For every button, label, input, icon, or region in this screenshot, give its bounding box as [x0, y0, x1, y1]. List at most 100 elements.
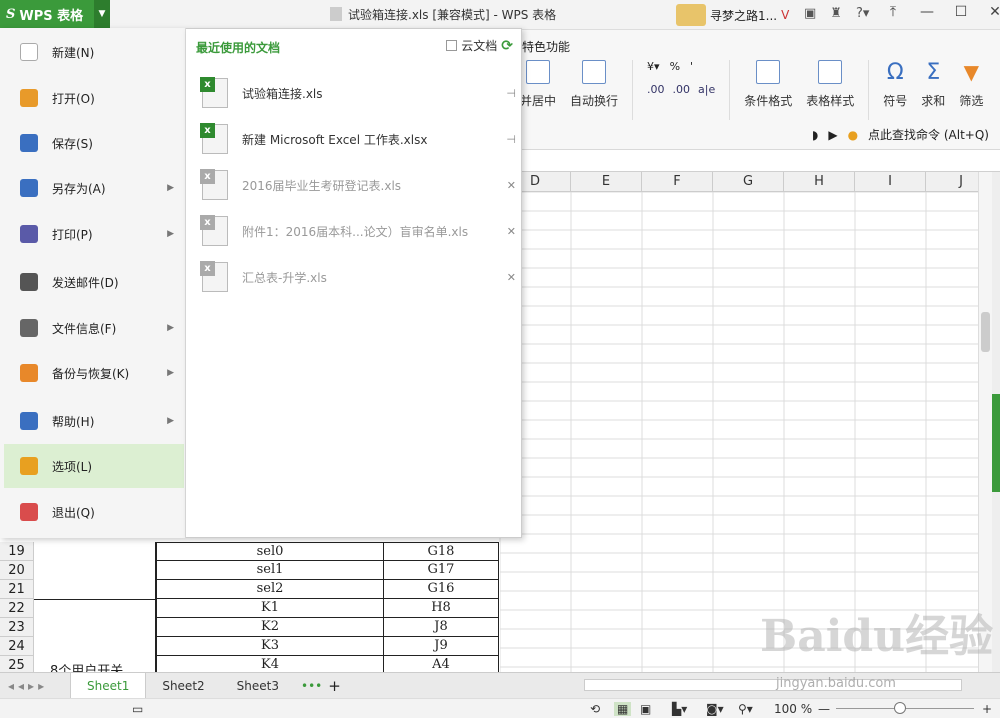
recent-doc-item[interactable]: x 新建 Microsoft Excel 工作表.xlsx ⊣ [200, 119, 520, 159]
tab-special-features[interactable]: 特色功能 [522, 38, 570, 55]
merge-center-button[interactable]: 并居中 [520, 60, 556, 109]
table-cell[interactable]: sel0 [156, 542, 384, 561]
add-sheet-icon[interactable]: + [328, 677, 341, 695]
menu-item-backup[interactable]: 备份与恢复(K) ▶ [4, 351, 184, 395]
wrap-text-button[interactable]: 自动换行 [570, 60, 618, 109]
side-panel-toggle[interactable] [992, 172, 1000, 672]
help-icon[interactable]: ?▾ [856, 6, 869, 21]
column-header-e[interactable]: E [571, 172, 642, 191]
merged-cell[interactable] [34, 542, 156, 599]
comma-button[interactable]: ' [690, 60, 693, 73]
row-number[interactable]: 22 [0, 599, 34, 618]
table-cell[interactable]: K1 [156, 599, 384, 618]
table-cell[interactable]: H8 [384, 599, 499, 618]
menu-item-options[interactable]: 选项(L) [4, 444, 184, 488]
eye-icon[interactable]: ⚲▾ [738, 702, 753, 716]
menu-item-label: 另存为(A) [52, 181, 106, 196]
checkbox-icon[interactable] [446, 40, 458, 51]
find-command-input[interactable]: 点此查找命令 (Alt+Q) [868, 126, 989, 143]
menu-item-save-as[interactable]: 另存为(A) ▶ [4, 166, 184, 210]
pin-icon[interactable]: ⊣ [506, 87, 516, 100]
recent-doc-item[interactable]: x 附件1：2016届本科...论文）盲审名单.xls ✕ [200, 211, 520, 251]
decrease-decimal-icon[interactable]: .00 [673, 83, 691, 96]
help-icon [20, 412, 38, 430]
table-cell[interactable]: G18 [384, 542, 499, 561]
vertical-scrollbar[interactable] [978, 172, 992, 672]
table-cell[interactable]: sel2 [156, 580, 384, 599]
zoom-out-icon[interactable]: — [818, 702, 830, 716]
row-number[interactable]: 19 [0, 542, 34, 561]
user-account[interactable]: 寻梦之路1... V [676, 4, 789, 26]
column-header-h[interactable]: H [784, 172, 855, 191]
tab-sheet1[interactable]: Sheet1 [70, 672, 147, 699]
table-cell[interactable]: J8 [384, 618, 499, 637]
zoom-slider-thumb[interactable] [894, 702, 906, 714]
horizontal-scrollbar[interactable] [584, 679, 962, 691]
menu-item-send-mail[interactable]: 发送邮件(D) [4, 260, 184, 304]
remove-icon[interactable]: ✕ [507, 271, 516, 284]
convert-icon[interactable]: a|e [698, 83, 715, 96]
zoom-in-icon[interactable]: + [982, 702, 992, 716]
table-cell[interactable]: K2 [156, 618, 384, 637]
merged-cell[interactable]: 8个用户开关 [34, 599, 156, 675]
filter-button[interactable]: ▼ 筛选 [959, 60, 983, 109]
pointer-icon[interactable]: ▶ [828, 128, 837, 142]
skin-icon[interactable]: ♜ [830, 6, 842, 21]
pin-icon[interactable]: ⊣ [506, 133, 516, 146]
table-cell[interactable]: G16 [384, 580, 499, 599]
table-cell[interactable]: sel1 [156, 561, 384, 580]
table-cell[interactable]: K3 [156, 637, 384, 656]
tab-sheet2[interactable]: Sheet2 [146, 673, 220, 699]
tab-sheet3[interactable]: Sheet3 [221, 673, 295, 699]
package-icon[interactable]: ▣ [804, 6, 816, 21]
chevron-down-icon[interactable]: ▼ [94, 0, 110, 28]
table-cell[interactable]: G17 [384, 561, 499, 580]
remove-icon[interactable]: ✕ [507, 225, 516, 238]
row-number[interactable]: 20 [0, 561, 34, 580]
close-icon[interactable]: ✕ [978, 4, 1000, 20]
menu-item-save[interactable]: 保存(S) [4, 121, 184, 165]
remove-icon[interactable]: ✕ [507, 179, 516, 192]
sum-button[interactable]: Σ 求和 [921, 60, 945, 109]
recent-doc-item[interactable]: x 汇总表-升学.xls ✕ [200, 257, 520, 297]
maximize-icon[interactable]: ☐ [944, 4, 978, 20]
row-number[interactable]: 24 [0, 637, 34, 656]
normal-view-icon[interactable]: ▦ [614, 701, 632, 716]
column-header-g[interactable]: G [713, 172, 784, 191]
menu-item-print[interactable]: 打印(P) ▶ [4, 212, 184, 256]
recent-doc-name: 汇总表-升学.xls [242, 270, 327, 285]
symbol-button[interactable]: Ω 符号 [883, 60, 907, 109]
tool-icon[interactable]: ◗ [812, 128, 818, 142]
recent-doc-item[interactable]: x 2016届毕业生考研登记表.xls ✕ [200, 165, 520, 205]
table-cell[interactable]: J9 [384, 637, 499, 656]
column-header-i[interactable]: I [855, 172, 926, 191]
row-number[interactable]: 23 [0, 618, 34, 637]
increase-decimal-icon[interactable]: .00 [647, 83, 665, 96]
scrollbar-thumb[interactable] [981, 312, 990, 352]
more-sheets-icon[interactable]: ••• [295, 679, 328, 693]
layout-icon[interactable]: ▙▾ [672, 702, 687, 716]
menu-item-exit[interactable]: 退出(Q) [4, 490, 184, 534]
fullscreen-icon[interactable]: ⤒ [876, 4, 910, 20]
cloud-docs-toggle[interactable]: 云文档 ⟳ [446, 37, 513, 54]
tab-nav-icon[interactable]: ◂◂▸▸ [0, 679, 70, 693]
wps-menu-button[interactable]: S WPS 表格 ▼ [0, 0, 110, 28]
table-style-button[interactable]: 表格样式 [806, 60, 854, 109]
gear-icon [20, 457, 38, 475]
percent-button[interactable]: % [670, 60, 680, 73]
protect-icon[interactable]: ◙▾ [706, 702, 724, 716]
menu-item-open[interactable]: 打开(O) [4, 76, 184, 120]
avatar [676, 4, 706, 26]
row-number[interactable]: 21 [0, 580, 34, 599]
refresh-icon[interactable]: ⟳ [501, 38, 513, 54]
menu-item-new[interactable]: 新建(N) [4, 30, 184, 74]
page-view-icon[interactable]: ▣ [640, 702, 651, 716]
history-icon[interactable]: ⟲ [590, 702, 600, 716]
minimize-icon[interactable]: — [910, 4, 944, 20]
conditional-format-button[interactable]: 条件格式 [744, 60, 792, 109]
recent-doc-item[interactable]: x 试验箱连接.xls ⊣ [200, 73, 520, 113]
menu-item-help[interactable]: 帮助(H) ▶ [4, 399, 184, 443]
currency-icon[interactable]: ¥▾ [647, 60, 660, 73]
column-header-f[interactable]: F [642, 172, 713, 191]
menu-item-file-info[interactable]: 文件信息(F) ▶ [4, 306, 184, 350]
